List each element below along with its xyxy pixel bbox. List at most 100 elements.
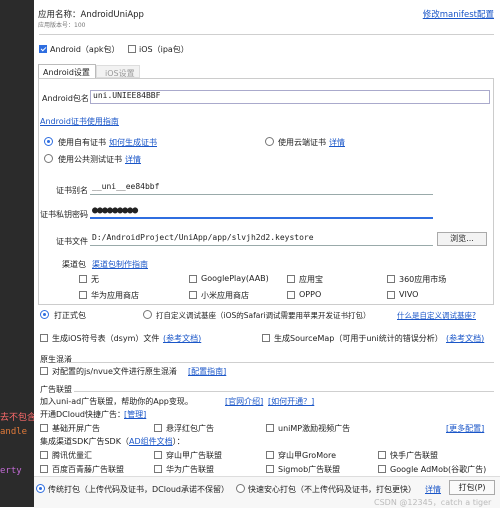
package-name-input[interactable]: uni.UNIEE84BBF bbox=[90, 90, 490, 104]
code-editor-strip: 去不包含 andle erty bbox=[0, 0, 37, 507]
cloud-cert-radio[interactable] bbox=[265, 137, 274, 146]
channel-checkbox[interactable] bbox=[387, 291, 395, 299]
channel-label-item: 小米应用商店 bbox=[201, 291, 249, 300]
formal-build-radio[interactable] bbox=[40, 310, 49, 319]
channel-label-item: OPPO bbox=[299, 290, 322, 299]
android-label: Android（apk包） bbox=[50, 45, 120, 54]
traditional-pack-radio[interactable] bbox=[36, 484, 45, 493]
dsym-label: 生成iOS符号表（dsym）文件 bbox=[52, 334, 160, 343]
sdk-ad-checkbox[interactable] bbox=[378, 465, 386, 473]
obfuscation-title: 原生混淆 bbox=[40, 355, 72, 364]
sdk-ad-label: Sigmob广告联盟 bbox=[278, 465, 341, 474]
cert-file-input[interactable]: D:/AndroidProject/UniApp/app/slvjh2d2.ke… bbox=[90, 233, 433, 246]
ads-desc: 加入uni-ad广告联盟，帮助你的App变现。 bbox=[40, 397, 193, 406]
quick-ad-label: 基础开屏广告 bbox=[52, 424, 100, 433]
channel-label: 渠道包 bbox=[62, 260, 86, 269]
sdk-ad-label: 快手广告联盟 bbox=[390, 451, 438, 460]
sourcemap-doc-link[interactable]: (参考文档) bbox=[446, 333, 484, 344]
ios-label: iOS（ipa包） bbox=[139, 45, 189, 54]
quick-ad-checkbox[interactable] bbox=[40, 424, 48, 432]
channel-checkbox[interactable] bbox=[287, 275, 295, 283]
channel-guide-link[interactable]: 渠道包制作指南 bbox=[92, 259, 148, 270]
tab-ios[interactable]: iOS设置 bbox=[96, 65, 140, 78]
channel-label-item: VIVO bbox=[399, 290, 419, 299]
obfuscation-checkbox[interactable] bbox=[40, 367, 48, 375]
quick-ad-checkbox[interactable] bbox=[154, 424, 162, 432]
package-label: Android包名 bbox=[42, 94, 89, 103]
ads-more-config-link[interactable]: [更多配置] bbox=[446, 423, 484, 434]
custom-base-radio[interactable] bbox=[143, 310, 152, 319]
custom-base-label: 打自定义调试基座（iOS的Safari调试需要用苹果开发证书打包） bbox=[156, 311, 371, 320]
public-cert-radio[interactable] bbox=[44, 154, 53, 163]
cloud-cert-label: 使用云端证书 bbox=[278, 138, 326, 147]
sdk-ad-checkbox[interactable] bbox=[266, 465, 274, 473]
version-label: 应用版本号：100 bbox=[38, 22, 86, 29]
app-name-label: 应用名称：AndroidUniApp bbox=[38, 10, 144, 20]
dsym-doc-link[interactable]: (参考文档) bbox=[163, 333, 201, 344]
divider bbox=[70, 362, 494, 363]
quick-ad-checkbox[interactable] bbox=[266, 424, 274, 432]
safe-pack-label: 快速安心打包（不上传代码及证书，打包更快） bbox=[248, 485, 416, 494]
ads-how-link[interactable]: [如何开通？] bbox=[268, 396, 314, 407]
browse-button[interactable]: 浏览... bbox=[437, 232, 487, 246]
channel-checkbox[interactable] bbox=[387, 275, 395, 283]
public-cert-detail-link[interactable]: 详情 bbox=[125, 154, 141, 165]
dsym-checkbox[interactable] bbox=[40, 334, 48, 342]
divider bbox=[74, 391, 494, 392]
dcloud-ads-title: 开通DCloud快捷广告： bbox=[40, 410, 126, 419]
android-checkbox[interactable] bbox=[39, 45, 47, 53]
quick-ad-label: uniMP激励视频广告 bbox=[278, 424, 351, 433]
formal-build-label: 打正式包 bbox=[54, 311, 86, 320]
tab-android-label: Android设置 bbox=[43, 68, 90, 77]
traditional-pack-label: 传统打包（上传代码及证书，DCloud承诺不保留） bbox=[48, 485, 230, 494]
sdk-ad-label: Google AdMob(谷歌广告) bbox=[390, 465, 487, 474]
cert-guide-link[interactable]: Android证书使用指南 bbox=[40, 116, 119, 127]
watermark: CSDN @12345，catch a tiger bbox=[374, 498, 492, 507]
sdk-ad-label: 穿山甲GroMore bbox=[278, 451, 337, 460]
modify-manifest-link[interactable]: 修改manifest配置 bbox=[423, 8, 494, 20]
cert-password-input[interactable]: ●●●●●●●●● bbox=[90, 205, 433, 219]
ads-title: 广告联盟 bbox=[40, 385, 72, 394]
safe-pack-detail-link[interactable]: 详情 bbox=[425, 484, 441, 495]
cloud-cert-detail-link[interactable]: 详情 bbox=[329, 137, 345, 148]
pack-button[interactable]: 打包(P) bbox=[449, 480, 495, 495]
sdk-ad-label: 腾讯优量汇 bbox=[52, 451, 92, 460]
sdk-ad-checkbox[interactable] bbox=[154, 465, 162, 473]
channel-checkbox[interactable] bbox=[287, 291, 295, 299]
sourcemap-checkbox[interactable] bbox=[262, 334, 270, 342]
public-cert-label: 使用公共测试证书 bbox=[58, 155, 122, 164]
channel-label-item: 无 bbox=[91, 275, 99, 284]
sdk-ad-checkbox[interactable] bbox=[266, 451, 274, 459]
own-cert-label: 使用自有证书 bbox=[58, 138, 106, 147]
sdk-ad-checkbox[interactable] bbox=[40, 465, 48, 473]
channel-label-item: 360应用市场 bbox=[399, 275, 447, 284]
channel-checkbox[interactable] bbox=[189, 275, 197, 283]
channel-checkbox[interactable] bbox=[79, 291, 87, 299]
channel-label-item: 应用宝 bbox=[299, 275, 323, 284]
channel-checkbox[interactable] bbox=[79, 275, 87, 283]
how-to-gen-cert-link[interactable]: 如何生成证书 bbox=[109, 137, 157, 148]
editor-line: andle bbox=[0, 427, 28, 437]
publish-dialog: 应用名称：AndroidUniApp 应用版本号：100 修改manifest配… bbox=[34, 0, 500, 508]
safe-pack-radio[interactable] bbox=[236, 484, 245, 493]
ads-intro-link[interactable]: [官网介绍] bbox=[225, 396, 263, 407]
sdk-ad-label: 百度百青藤广告联盟 bbox=[52, 465, 124, 474]
sdk-ad-label: 穿山甲广告联盟 bbox=[166, 451, 222, 460]
cert-alias-input[interactable]: __uni__ee84bbf bbox=[90, 182, 433, 195]
obfuscation-guide-link[interactable]: [配置指南] bbox=[188, 366, 226, 377]
ad-component-doc-link[interactable]: AD组件文档 bbox=[129, 437, 173, 446]
editor-line: erty bbox=[0, 466, 22, 476]
own-cert-radio[interactable] bbox=[44, 137, 53, 146]
channel-checkbox[interactable] bbox=[189, 291, 197, 299]
sdk-ad-checkbox[interactable] bbox=[40, 451, 48, 459]
sdk-ads-title: 集成渠道SDK广告SDK（AD组件文档）： bbox=[40, 437, 185, 446]
custom-base-help-link[interactable]: 什么是自定义调试基座? bbox=[397, 310, 476, 321]
ads-manage-link[interactable]: [管理] bbox=[124, 409, 146, 420]
sdk-ad-checkbox[interactable] bbox=[378, 451, 386, 459]
divider bbox=[39, 34, 494, 35]
ios-checkbox[interactable] bbox=[128, 45, 136, 53]
sdk-ad-checkbox[interactable] bbox=[154, 451, 162, 459]
sdk-ad-label: 华为广告联盟 bbox=[166, 465, 214, 474]
editor-line: 去不包含 bbox=[0, 413, 37, 423]
tab-android[interactable]: Android设置 bbox=[38, 64, 96, 78]
